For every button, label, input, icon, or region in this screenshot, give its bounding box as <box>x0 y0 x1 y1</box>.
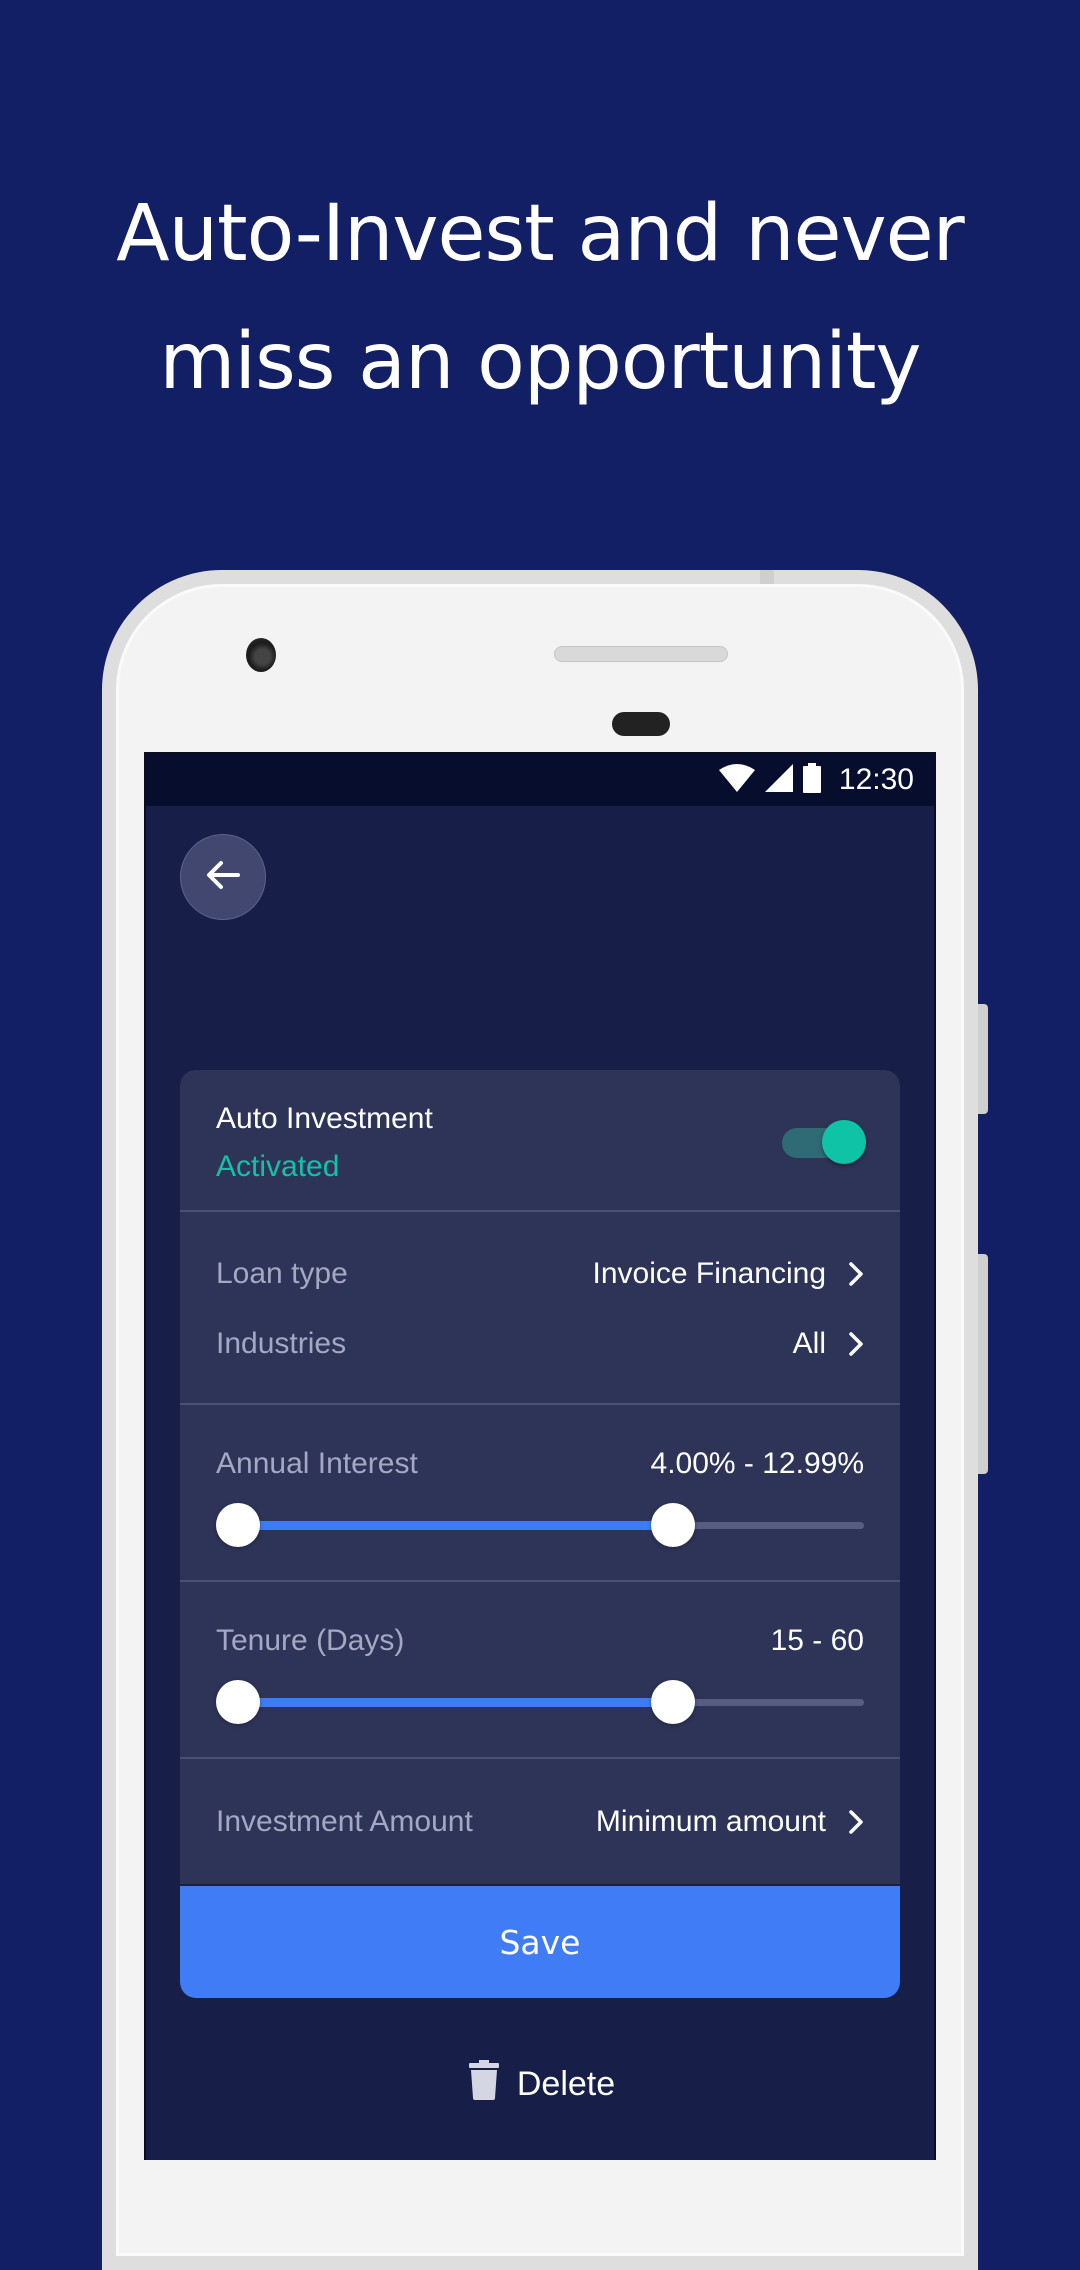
slider-selected-range <box>238 1698 673 1707</box>
trash-icon <box>468 2059 499 2109</box>
annual-interest-value: 4.00% - 12.99% <box>650 1447 864 1480</box>
loan-type-label: Loan type <box>216 1257 348 1290</box>
industries-row[interactable]: Industries All <box>216 1324 864 1364</box>
slider-min-thumb[interactable] <box>216 1503 260 1547</box>
annual-interest-range-slider[interactable] <box>216 1503 864 1547</box>
volume-button <box>978 1254 988 1474</box>
back-button[interactable] <box>180 834 266 920</box>
app-screen: 12:30 Auto Investment Activated Loan typ… <box>144 752 936 2160</box>
headline: Auto-Invest and never miss an opportunit… <box>0 170 1080 426</box>
power-button <box>978 1004 988 1114</box>
loan-type-row[interactable]: Loan type Invoice Financing <box>216 1254 864 1294</box>
save-button[interactable]: Save <box>180 1886 900 1998</box>
auto-investment-section: Auto Investment Activated <box>180 1070 900 1212</box>
antenna-mark <box>760 570 774 584</box>
industries-label: Industries <box>216 1327 347 1360</box>
toggle-knob <box>822 1120 866 1164</box>
chevron-right-icon <box>848 1809 864 1835</box>
status-bar: 12:30 <box>146 754 934 806</box>
loan-type-value: Invoice Financing <box>592 1257 826 1290</box>
investment-amount-value: Minimum amount <box>595 1804 826 1838</box>
wifi-icon <box>718 763 755 797</box>
headline-line-1: Auto-Invest and never <box>116 189 964 279</box>
auto-investment-title: Auto Investment <box>216 1102 433 1135</box>
tenure-section: Tenure (Days) 15 - 60 <box>180 1582 900 1759</box>
slider-selected-range <box>238 1521 673 1530</box>
filters-section: Loan type Invoice Financing Industries A… <box>180 1212 900 1405</box>
slider-min-thumb[interactable] <box>216 1680 260 1724</box>
delete-button[interactable]: Delete <box>146 2054 934 2114</box>
investment-amount-label: Investment Amount <box>216 1804 473 1838</box>
investment-amount-section: Investment Amount Minimum amount <box>180 1759 900 1884</box>
headline-line-2: miss an opportunity <box>159 317 921 407</box>
annual-interest-section: Annual Interest 4.00% - 12.99% <box>180 1405 900 1582</box>
auto-investment-status: Activated <box>216 1150 340 1183</box>
slider-max-thumb[interactable] <box>650 1503 695 1547</box>
front-camera <box>246 638 276 672</box>
annual-interest-label: Annual Interest <box>216 1447 418 1480</box>
auto-investment-toggle[interactable] <box>782 1120 866 1164</box>
tenure-value: 15 - 60 <box>770 1624 864 1657</box>
proximity-sensor <box>612 712 670 736</box>
earpiece-speaker <box>554 646 728 662</box>
auto-invest-settings-card: Auto Investment Activated Loan type Invo… <box>180 1070 900 1884</box>
delete-label: Delete <box>516 2064 616 2103</box>
industries-value: All <box>792 1327 826 1360</box>
tenure-range-slider[interactable] <box>216 1680 864 1724</box>
battery-icon <box>802 762 821 798</box>
clock: 12:30 <box>838 763 914 796</box>
signal-icon <box>764 763 793 797</box>
arrow-left-icon <box>206 860 240 895</box>
investment-amount-row[interactable]: Investment Amount Minimum amount <box>216 1805 864 1839</box>
chevron-right-icon <box>848 1331 864 1357</box>
slider-max-thumb[interactable] <box>650 1680 695 1724</box>
chevron-right-icon <box>848 1261 864 1287</box>
tenure-label: Tenure (Days) <box>216 1624 405 1657</box>
